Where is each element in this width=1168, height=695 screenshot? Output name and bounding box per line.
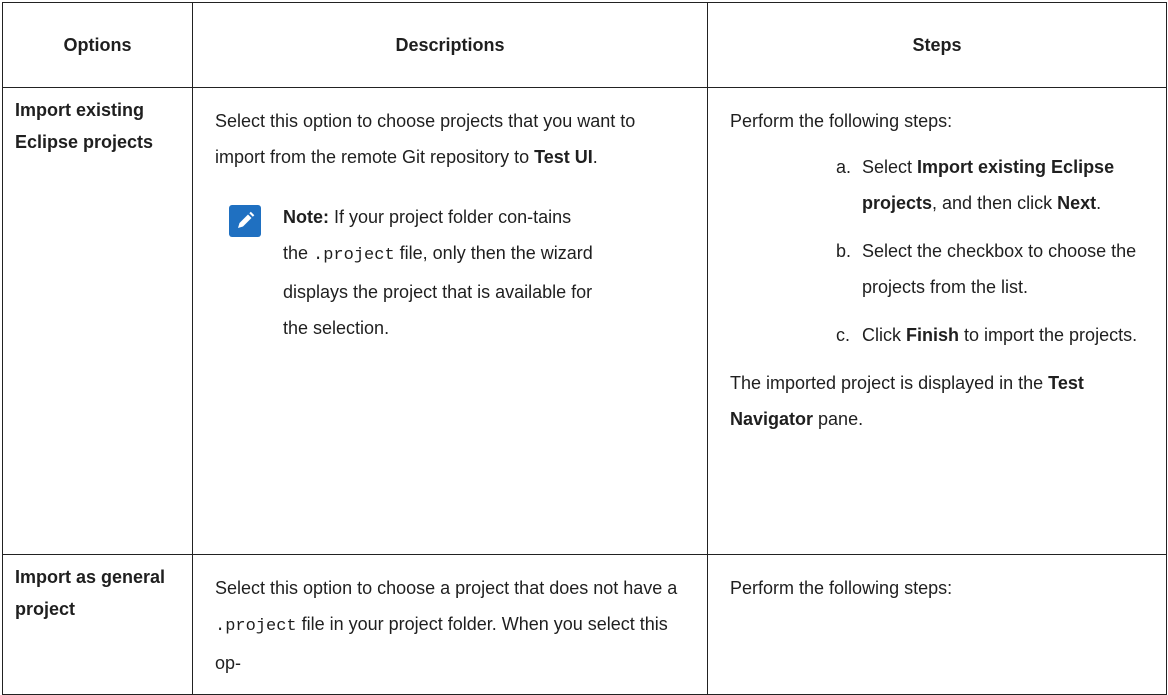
description-cell: Select this option to choose a project t… [192, 554, 708, 695]
description-text-part: Select this option to choose a project t… [215, 578, 678, 598]
list-item-text: Click Finish to import the projects. [862, 317, 1158, 353]
steps-cell: Perform the following steps: [707, 554, 1167, 695]
list-marker: b. [836, 241, 852, 261]
description-code: .project [215, 617, 297, 636]
table-header-row: Options Descriptions Steps [2, 2, 1167, 88]
steps-cell: Perform the following steps: a. Select I… [707, 87, 1167, 555]
steps-intro: Perform the following steps: [730, 111, 953, 131]
description-text: Select this option to choose projects th… [215, 103, 687, 175]
description-text-part: . [592, 147, 598, 167]
note-code: .project [313, 246, 395, 265]
note-block: Note: If your project folder con-tains t… [229, 199, 687, 346]
outro-text-part: pane. [813, 409, 864, 429]
step-bold-part: Finish [906, 325, 959, 345]
option-cell: Import as general project [2, 554, 193, 695]
step-text-part: . [1096, 193, 1102, 213]
list-item-text: Select the checkbox to choose the projec… [862, 241, 1137, 297]
step-text-part: to import the projects. [959, 325, 1138, 345]
options-table: Options Descriptions Steps Import existi… [2, 2, 1167, 695]
header-descriptions: Descriptions [192, 2, 708, 88]
steps-intro: Perform the following steps: [730, 578, 953, 598]
steps-outro: The imported project is displayed in the… [730, 365, 1158, 437]
option-cell: Import existing Eclipse projects [2, 87, 193, 555]
list-item: a. Select Import existing Eclipse projec… [836, 149, 1158, 221]
list-item: b. Select the checkbox to choose the pro… [836, 233, 1158, 305]
note-label: Note: [283, 207, 329, 227]
description-text: Select this option to choose a project t… [215, 570, 687, 681]
step-bold-part: Next [1057, 193, 1097, 213]
description-cell: Select this option to choose projects th… [192, 87, 708, 555]
list-marker: c. [836, 325, 851, 345]
step-text-part: Click [862, 325, 906, 345]
step-text-part: , and then click [932, 193, 1058, 213]
table-row: Import existing Eclipse projects Select … [2, 87, 1167, 555]
description-bold-target: Test UI [534, 147, 593, 167]
header-steps: Steps [707, 2, 1167, 88]
pencil-note-icon [229, 205, 261, 237]
steps-list: a. Select Import existing Eclipse projec… [730, 149, 1158, 353]
list-item-text: Select Import existing Eclipse projects,… [862, 149, 1158, 221]
list-item: c. Click Finish to import the projects. [836, 317, 1158, 353]
table-row: Import as general project Select this op… [2, 554, 1167, 695]
list-marker: a. [836, 157, 852, 177]
outro-text-part: The imported project is displayed in the [730, 373, 1049, 393]
note-text: Note: If your project folder con-tains t… [283, 199, 599, 346]
header-options: Options [2, 2, 193, 88]
step-text-part: Select [862, 157, 918, 177]
